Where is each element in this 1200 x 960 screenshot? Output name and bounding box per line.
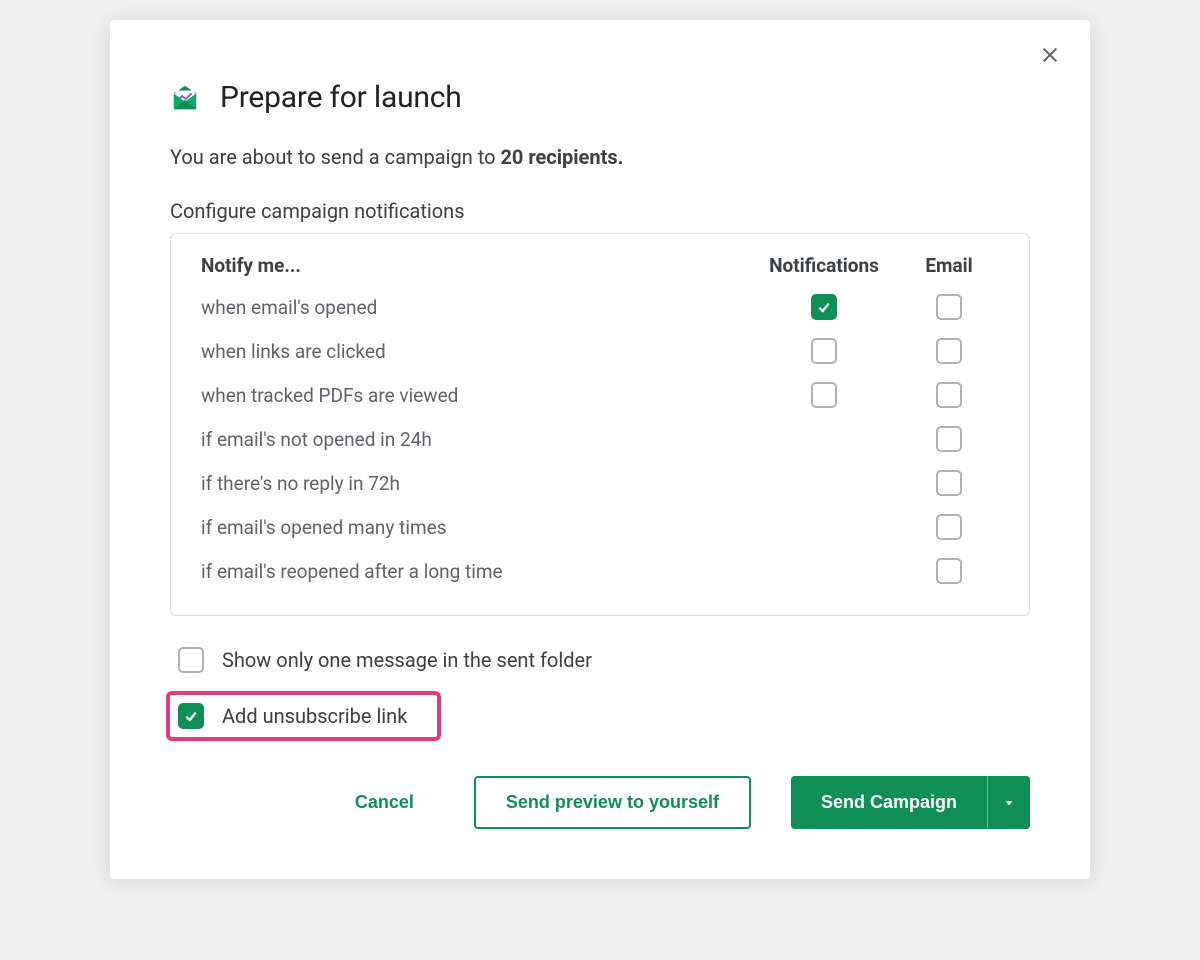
email-checkbox[interactable] (936, 558, 962, 584)
close-icon (1039, 44, 1061, 66)
col-notifications: Notifications (749, 254, 899, 277)
table-row: if email's not opened in 24h (201, 417, 999, 461)
email-cell (899, 514, 999, 540)
table-row: if email's reopened after a long time (201, 549, 999, 593)
section-label: Configure campaign notifications (170, 199, 1030, 223)
table-row: when tracked PDFs are viewed (201, 373, 999, 417)
notif-cell (749, 382, 899, 408)
row-label: if email's reopened after a long time (201, 560, 749, 583)
table-header: Notify me... Notifications Email (201, 254, 999, 277)
table-body: when email's opened when links are clicke… (201, 285, 999, 593)
row-label: if email's opened many times (201, 516, 749, 539)
email-cell (899, 558, 999, 584)
send-preview-button[interactable]: Send preview to yourself (474, 776, 751, 829)
intro-recipients: 20 recipients. (500, 145, 623, 169)
send-campaign-dropdown[interactable] (987, 776, 1030, 829)
row-label: when email's opened (201, 296, 749, 319)
intro-text: You are about to send a campaign to 20 r… (170, 145, 1030, 169)
cancel-button[interactable]: Cancel (335, 782, 434, 823)
prepare-launch-dialog: Prepare for launch You are about to send… (110, 20, 1090, 879)
add-unsubscribe-label: Add unsubscribe link (222, 704, 407, 728)
show-one-message-option: Show only one message in the sent folder (170, 641, 1030, 679)
table-row: when email's opened (201, 285, 999, 329)
dialog-title: Prepare for launch (220, 80, 462, 115)
show-one-message-label: Show only one message in the sent folder (222, 648, 592, 672)
email-checkbox[interactable] (936, 470, 962, 496)
notif-cell (749, 338, 899, 364)
send-campaign-split: Send Campaign (791, 776, 1030, 829)
email-checkbox[interactable] (936, 338, 962, 364)
email-checkbox[interactable] (936, 294, 962, 320)
notif-cell (749, 294, 899, 320)
email-cell (899, 294, 999, 320)
add-unsubscribe-checkbox[interactable] (178, 703, 204, 729)
col-email: Email (899, 254, 999, 277)
envelope-analytics-icon (170, 83, 200, 113)
table-row: if email's opened many times (201, 505, 999, 549)
close-button[interactable] (1035, 40, 1065, 70)
send-campaign-button[interactable]: Send Campaign (791, 776, 987, 829)
email-checkbox[interactable] (936, 382, 962, 408)
table-row: if there's no reply in 72h (201, 461, 999, 505)
email-cell (899, 426, 999, 452)
show-one-message-checkbox[interactable] (178, 647, 204, 673)
row-label: when tracked PDFs are viewed (201, 384, 749, 407)
caret-down-icon (1002, 796, 1016, 810)
table-row: when links are clicked (201, 329, 999, 373)
notification-checkbox[interactable] (811, 382, 837, 408)
dialog-header: Prepare for launch (170, 80, 1030, 115)
unsubscribe-highlight: Add unsubscribe link (166, 691, 441, 741)
email-cell (899, 470, 999, 496)
notification-checkbox[interactable] (811, 338, 837, 364)
notification-checkbox[interactable] (811, 294, 837, 320)
intro-prefix: You are about to send a campaign to (170, 145, 500, 169)
col-notify: Notify me... (201, 254, 749, 277)
email-checkbox[interactable] (936, 426, 962, 452)
add-unsubscribe-option: Add unsubscribe link (178, 703, 407, 729)
row-label: if email's not opened in 24h (201, 428, 749, 451)
email-cell (899, 338, 999, 364)
dialog-actions: Cancel Send preview to yourself Send Cam… (170, 776, 1030, 829)
email-checkbox[interactable] (936, 514, 962, 540)
notifications-panel: Notify me... Notifications Email when em… (170, 233, 1030, 616)
row-label: when links are clicked (201, 340, 749, 363)
row-label: if there's no reply in 72h (201, 472, 749, 495)
email-cell (899, 382, 999, 408)
